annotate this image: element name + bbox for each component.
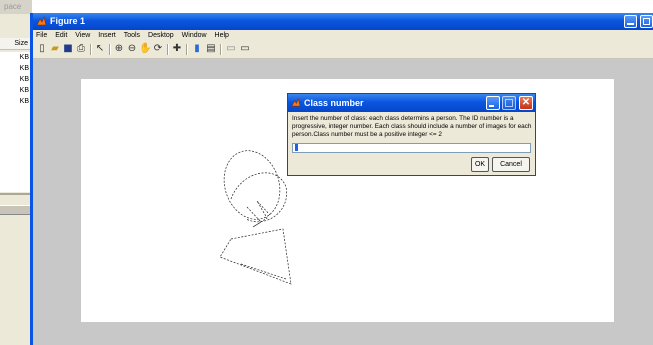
menu-tools[interactable]: Tools xyxy=(121,30,143,41)
panel-divider[interactable] xyxy=(0,193,32,195)
workspace-row-size[interactable]: KB xyxy=(0,74,32,85)
dialog-maximize-button[interactable] xyxy=(502,96,516,110)
text-cursor xyxy=(295,144,298,151)
menu-window[interactable]: Window xyxy=(179,30,210,41)
hide-plot-tools-icon[interactable]: ▭ xyxy=(225,43,237,55)
legend-icon[interactable]: ▤ xyxy=(205,43,217,55)
maximize-icon xyxy=(505,99,513,107)
matlab-logo-icon xyxy=(291,98,301,107)
data-cursor-icon[interactable]: ✚ xyxy=(171,43,183,55)
maximize-icon xyxy=(643,18,650,25)
dialog-prompt-text: Insert the number of class: each class d… xyxy=(292,115,532,138)
workspace-rows: KB KB KB KB KB xyxy=(0,52,32,107)
toolbar-separator xyxy=(186,44,188,55)
class-number-input[interactable] xyxy=(292,143,531,153)
toolbar-separator xyxy=(90,44,92,55)
zoom-in-icon[interactable]: ⊕ xyxy=(113,43,125,55)
class-number-dialog: Class number ✕ Insert the number of clas… xyxy=(287,93,536,176)
figure-window: Figure 1 File Edit View Insert Tools Des… xyxy=(30,13,653,345)
rotate-3d-icon[interactable]: ⟳ xyxy=(152,43,164,55)
toolbar-separator xyxy=(109,44,111,55)
close-icon: ✕ xyxy=(521,97,531,108)
menu-insert[interactable]: Insert xyxy=(95,30,119,41)
show-plot-tools-icon[interactable]: ▭ xyxy=(239,43,251,55)
open-file-icon[interactable]: ▰ xyxy=(49,43,61,55)
pan-hand-icon[interactable]: ✋ xyxy=(139,43,151,55)
print-icon[interactable]: ⎙ xyxy=(75,43,87,55)
minimize-icon xyxy=(627,23,634,25)
sketch-triangle xyxy=(219,228,292,285)
zoom-out-icon[interactable]: ⊖ xyxy=(126,43,138,55)
new-figure-icon[interactable]: ▯ xyxy=(36,43,48,55)
dialog-titlebar[interactable]: Class number ✕ xyxy=(288,94,535,112)
matlab-logo-icon xyxy=(36,16,47,26)
ok-button[interactable]: OK xyxy=(471,157,489,172)
sketch-base-line xyxy=(240,263,287,280)
menu-edit[interactable]: Edit xyxy=(52,30,70,41)
menu-desktop[interactable]: Desktop xyxy=(145,30,177,41)
menu-view[interactable]: View xyxy=(72,30,93,41)
figure-toolbar: ▯ ▰ ■ ⎙ ↖ ⊕ ⊖ ✋ ⟳ ✚ ▮ ▤ ▭ ▭ xyxy=(33,41,653,59)
minimize-button[interactable] xyxy=(624,15,637,28)
minimize-icon xyxy=(489,105,494,107)
sketch-inner-lines xyxy=(246,200,271,228)
save-icon[interactable]: ■ xyxy=(62,43,74,55)
workspace-row-size[interactable]: KB xyxy=(0,52,32,63)
workspace-row-size[interactable]: KB xyxy=(0,63,32,74)
figure-titlebar[interactable]: Figure 1 xyxy=(33,13,653,30)
workspace-panel-background: pace Size KB KB KB KB KB xyxy=(0,0,32,345)
dialog-close-button[interactable]: ✕ xyxy=(519,96,533,110)
colorbar-icon[interactable]: ▮ xyxy=(191,43,203,55)
dialog-title: Class number xyxy=(304,98,364,108)
workspace-title: pace xyxy=(0,0,32,14)
edit-plot-arrow-icon[interactable]: ↖ xyxy=(94,43,106,55)
dialog-minimize-button[interactable] xyxy=(486,96,500,110)
figure-title: Figure 1 xyxy=(50,16,86,26)
size-column-header[interactable]: Size xyxy=(0,38,32,50)
workspace-row-size[interactable]: KB xyxy=(0,96,32,107)
cancel-button[interactable]: Cancel xyxy=(492,157,530,172)
maximize-button[interactable] xyxy=(640,15,653,28)
menu-file[interactable]: File xyxy=(33,30,50,41)
toolbar-separator xyxy=(220,44,222,55)
figure-menubar: File Edit View Insert Tools Desktop Wind… xyxy=(33,30,653,41)
toolbar-separator xyxy=(167,44,169,55)
workspace-row-size[interactable]: KB xyxy=(0,85,32,96)
panel-scrollbar[interactable] xyxy=(0,205,32,215)
menu-help[interactable]: Help xyxy=(212,30,232,41)
